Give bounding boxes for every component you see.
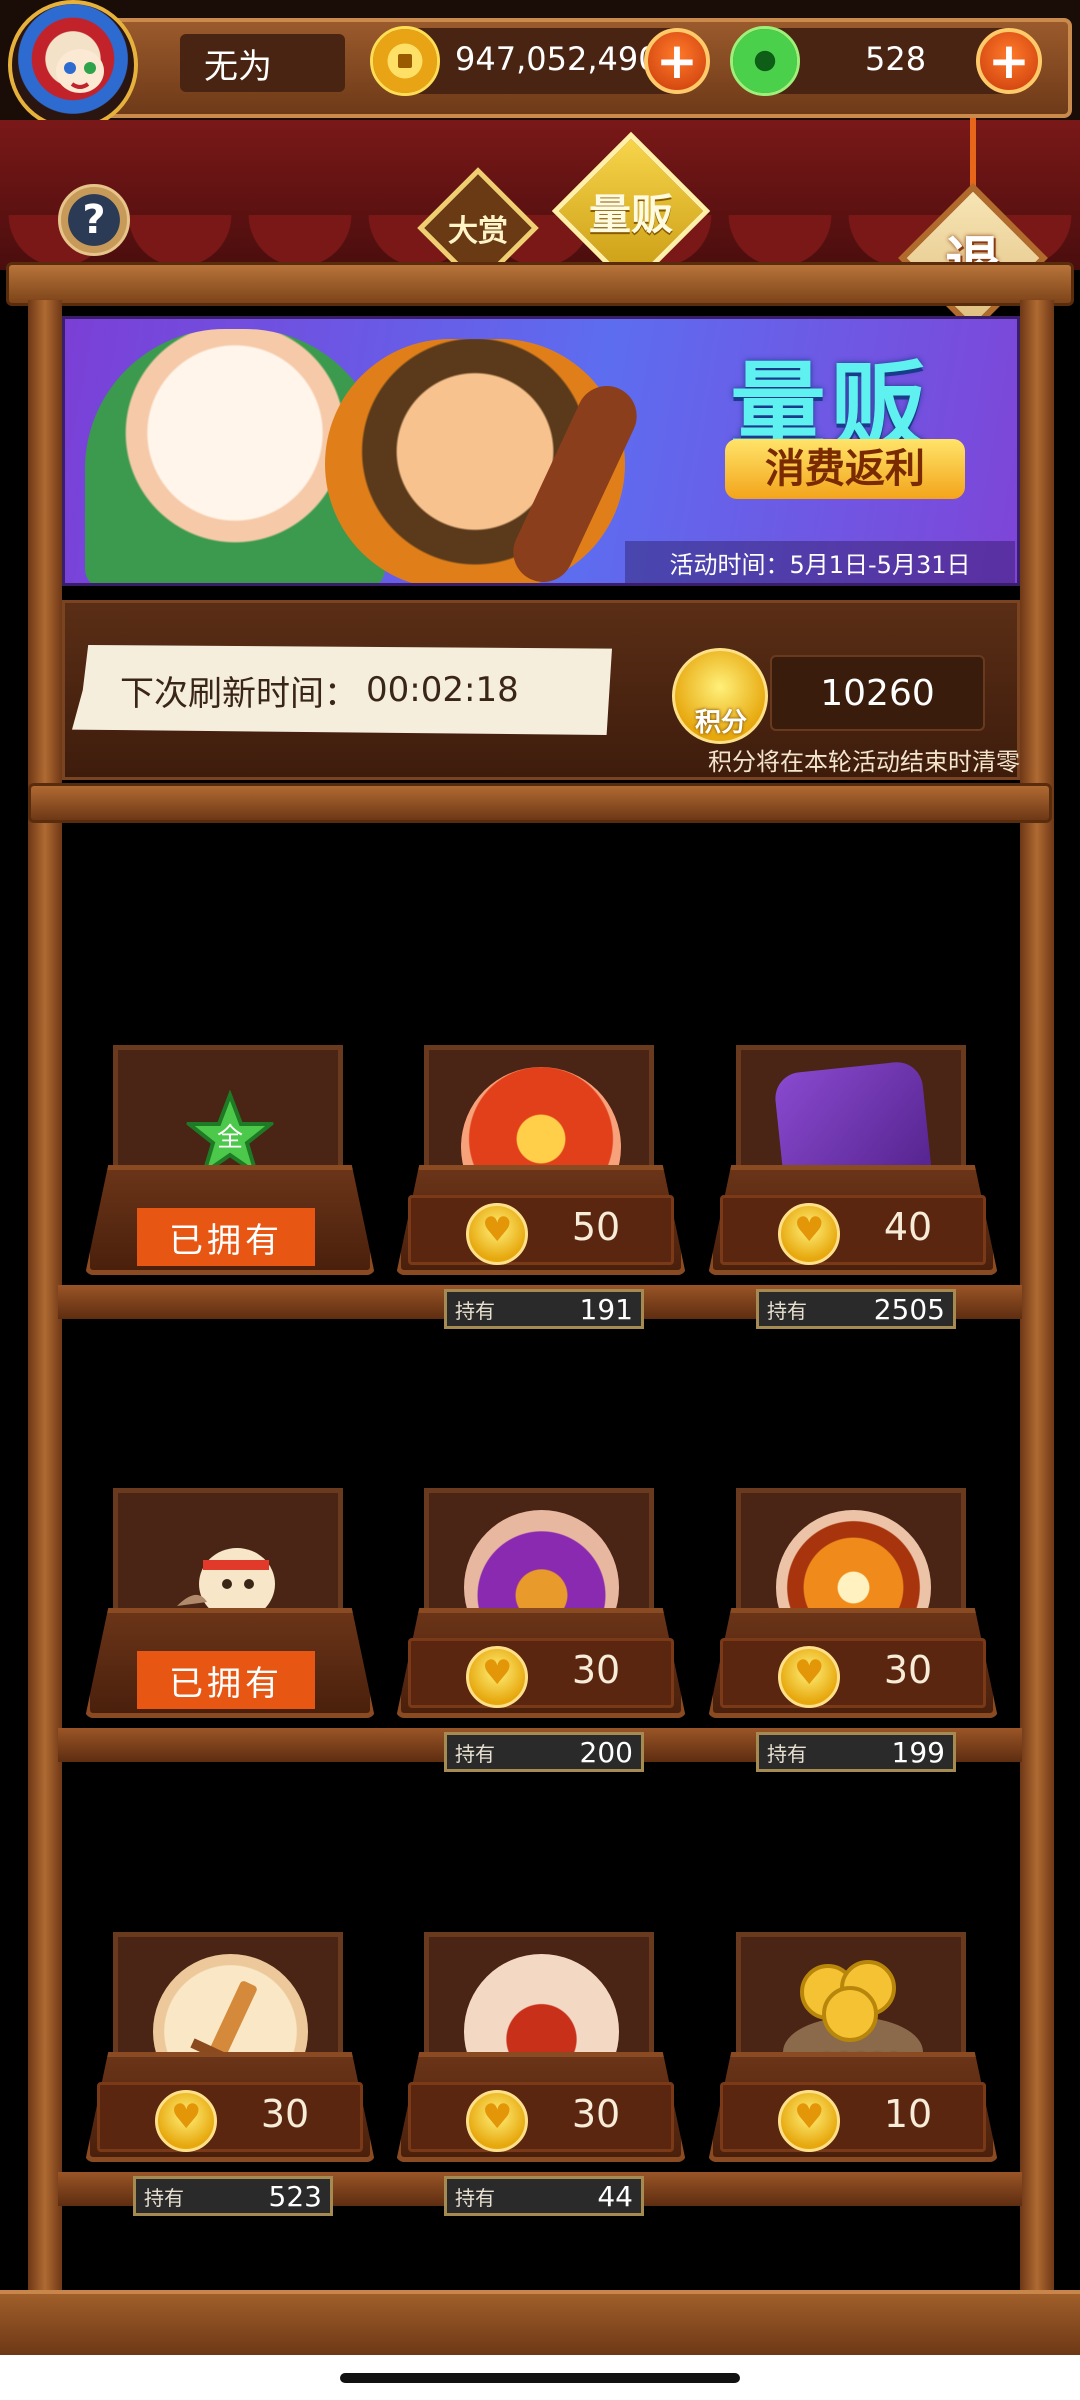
jester-mask-icon	[56, 49, 104, 93]
held-value: 523	[268, 2179, 322, 2213]
held-count: 持有 523	[133, 2176, 333, 2216]
svg-text:全: 全	[217, 1123, 243, 1153]
owned-badge: 已拥有	[137, 1208, 315, 1266]
points-heart-icon	[466, 2090, 528, 2152]
item-price: 10	[883, 2092, 933, 2136]
shop-item-fire-crystal[interactable]: 30 持有 199	[708, 1488, 998, 1772]
cabinet-post-right	[1020, 300, 1054, 2290]
add-gems-button[interactable]: +	[976, 28, 1042, 94]
held-count: 持有 200	[444, 1732, 644, 1772]
held-value: 191	[579, 1292, 633, 1326]
banner-subtitle: 消费返利	[725, 439, 965, 499]
cabinet-bottom	[0, 2290, 1080, 2360]
cabinet-rail	[28, 783, 1052, 823]
coin-value: 947,052,490	[455, 40, 659, 78]
cabinet-top	[6, 262, 1074, 306]
held-count: 持有 199	[756, 1732, 956, 1772]
refresh-time: 00:02:18	[366, 670, 519, 710]
refresh-label: 下次刷新时间：	[120, 673, 358, 714]
points-heart-icon	[466, 1203, 528, 1265]
owned-badge: 已拥有	[137, 1651, 315, 1709]
points-heart-icon	[778, 1203, 840, 1265]
avatar[interactable]	[8, 0, 138, 130]
shop-item-purple-flame[interactable]: 30 持有 200	[396, 1488, 686, 1772]
points-value: 10260	[770, 655, 985, 731]
held-value: 200	[579, 1735, 633, 1769]
held-label: 持有	[455, 2185, 495, 2210]
shop-item-sword[interactable]: 30 持有 523	[85, 1932, 375, 2216]
gold-coin-icon	[370, 26, 440, 96]
jade-gem-icon	[730, 26, 800, 96]
shop-item-fire-card[interactable]: 50 持有 191	[396, 1045, 686, 1329]
points-label: 积分	[694, 708, 747, 738]
held-value: 199	[891, 1735, 945, 1769]
shop-item-star[interactable]: 全 已拥有	[85, 1045, 375, 1295]
held-label: 持有	[144, 2185, 184, 2210]
username: 无为	[180, 34, 345, 92]
item-price: 30	[571, 2092, 621, 2136]
gem-value: 528	[865, 40, 927, 78]
refresh-timer: 下次刷新时间： 00:02:18	[72, 645, 612, 735]
coin-balance: 947,052,490 +	[370, 26, 710, 96]
cabinet-post-left	[28, 300, 62, 2290]
event-banner[interactable]: 量贩 消费返利 活动时间：5月1日-5月31日	[62, 316, 1020, 586]
points-heart-icon	[778, 2090, 840, 2152]
help-button[interactable]: ?	[58, 184, 130, 256]
tab-bulk-sale-label: 量贩	[588, 189, 673, 239]
held-label: 持有	[767, 1298, 807, 1323]
item-price: 30	[260, 2092, 310, 2136]
exit-rope	[970, 118, 976, 188]
gem-balance: 528 +	[730, 26, 1042, 96]
banner-date: 活动时间：5月1日-5月31日	[625, 541, 1015, 583]
points-heart-icon	[155, 2090, 217, 2152]
points-note: 积分将在本轮活动结束时清零	[708, 748, 1020, 776]
item-price: 30	[571, 1648, 621, 1692]
held-label: 持有	[455, 1741, 495, 1766]
item-price: 30	[883, 1648, 933, 1692]
held-label: 持有	[767, 1741, 807, 1766]
held-label: 持有	[455, 1298, 495, 1323]
held-value: 2505	[873, 1292, 945, 1326]
shop-item-purple-dice[interactable]: 40 持有 2505	[708, 1045, 998, 1329]
shop-item-lucky-bag[interactable]: 30 持有 44	[396, 1932, 686, 2216]
shop-item-coin-bag[interactable]: x10000 10	[708, 1932, 998, 2182]
shop-item-dumpling-pet[interactable]: 已拥有	[85, 1488, 375, 1738]
held-value: 44	[597, 2179, 633, 2213]
held-count: 持有 2505	[756, 1289, 956, 1329]
home-indicator[interactable]	[340, 2373, 740, 2383]
points-heart-icon	[466, 1646, 528, 1708]
item-price: 50	[571, 1205, 621, 1249]
item-price: 40	[883, 1205, 933, 1249]
add-coins-button[interactable]: +	[644, 28, 710, 94]
held-count: 持有 191	[444, 1289, 644, 1329]
points-heart-icon	[778, 1646, 840, 1708]
held-count: 持有 44	[444, 2176, 644, 2216]
tab-grand-prize-label: 大赏	[448, 214, 508, 249]
